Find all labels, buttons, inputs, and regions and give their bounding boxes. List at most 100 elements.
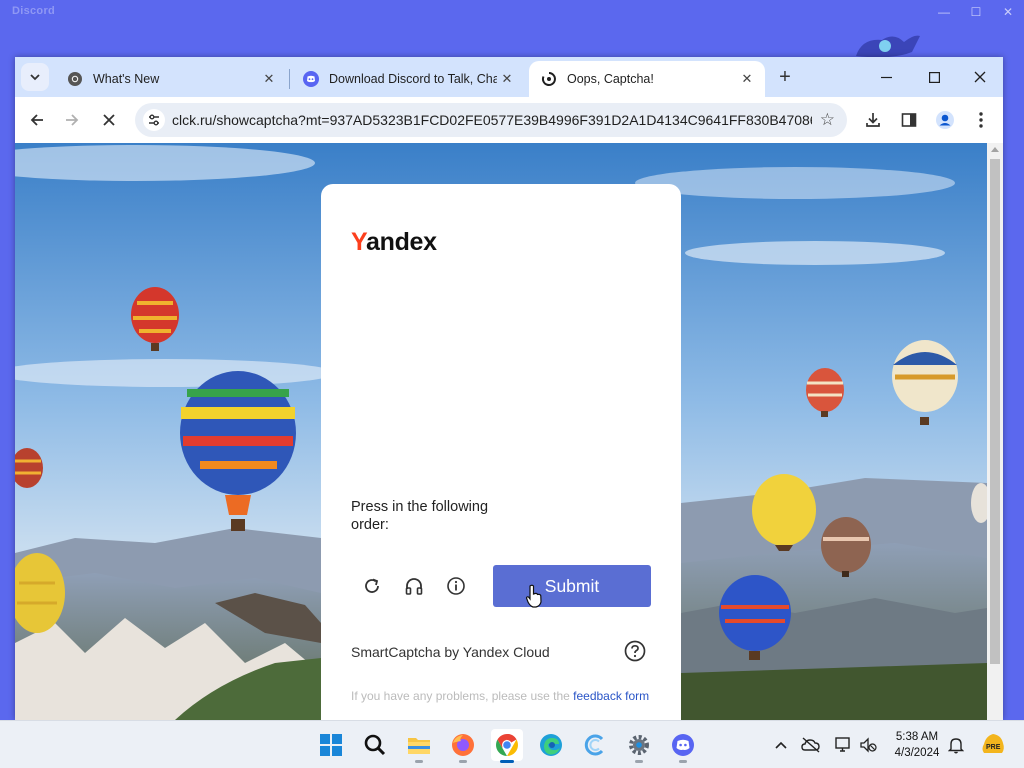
maximize-button[interactable] [911, 57, 957, 97]
new-tab-button[interactable]: + [773, 65, 797, 89]
bell-icon [948, 738, 964, 754]
insider-badge[interactable]: PRE [980, 731, 1006, 757]
stop-loading-button[interactable] [95, 106, 123, 134]
side-panel-button[interactable] [895, 106, 923, 134]
discord-window-controls: — ☐ ✕ [928, 0, 1024, 24]
discord-close-button[interactable]: ✕ [992, 0, 1024, 24]
browser-toolbar: clck.ru/showcaptcha?mt=937AD5323B1FCD02F… [15, 97, 1003, 143]
minimize-button[interactable] [863, 57, 909, 97]
close-button[interactable] [957, 57, 1003, 97]
menu-button[interactable] [967, 106, 995, 134]
scroll-up-arrow-icon[interactable] [991, 147, 999, 152]
info-icon [447, 577, 465, 595]
cloud-off-icon [801, 737, 820, 753]
edge-icon [540, 734, 562, 756]
help-icon[interactable] [624, 640, 646, 662]
site-info-button[interactable] [143, 109, 165, 131]
chrome-icon [67, 71, 83, 87]
loading-icon [541, 71, 557, 87]
download-icon [866, 113, 880, 127]
tab-download-discord[interactable]: Download Discord to Talk, Chat ✕ [291, 61, 525, 97]
more-vert-icon [979, 112, 983, 128]
clock-time: 5:38 AM [895, 731, 939, 743]
submit-button[interactable]: Submit [493, 565, 651, 607]
captcha-card: Yandex Press in the following order: Sub… [321, 184, 681, 720]
discord-icon [303, 71, 319, 87]
taskbar-file-explorer[interactable] [403, 729, 435, 763]
insider-badge-label: PRE [986, 744, 1001, 751]
network-tray[interactable] [833, 735, 853, 755]
info-button[interactable] [444, 574, 468, 598]
tab-oops-captcha[interactable]: Oops, Captcha! ✕ [529, 61, 765, 97]
refresh-captcha-button[interactable] [360, 574, 384, 598]
tune-icon [149, 114, 159, 126]
discord-icon [672, 734, 694, 756]
taskbar-discord[interactable] [667, 729, 699, 763]
feedback-form-link[interactable]: feedback form [573, 689, 649, 703]
cortana-icon [584, 734, 604, 756]
close-icon[interactable]: ✕ [259, 69, 279, 89]
arrow-left-icon [30, 114, 43, 126]
start-button[interactable] [315, 729, 347, 761]
tab-divider [289, 69, 290, 89]
taskbar-cortana[interactable] [579, 729, 611, 761]
back-button[interactable] [23, 106, 51, 134]
search-button[interactable] [359, 729, 391, 761]
scrollbar-thumb[interactable] [990, 159, 1000, 664]
discord-illustration [856, 35, 920, 58]
hand-cursor-icon [525, 584, 542, 608]
refresh-icon [365, 578, 379, 593]
chevron-up-icon [775, 741, 787, 749]
windows-start-icon [320, 734, 342, 756]
discord-minimize-button[interactable]: — [928, 0, 960, 24]
vertical-scrollbar[interactable] [987, 143, 1003, 720]
tab-search-button[interactable] [21, 63, 49, 91]
running-indicator [415, 760, 423, 763]
tab-title: Oops, Captcha! [567, 72, 654, 86]
discord-maximize-button[interactable]: ☐ [960, 0, 992, 24]
profile-button[interactable] [931, 106, 959, 134]
onedrive-tray[interactable] [801, 735, 821, 755]
maximize-icon [928, 71, 940, 83]
bookmark-star-icon[interactable]: ☆ [820, 110, 835, 130]
forward-button[interactable] [58, 106, 86, 134]
tab-whats-new[interactable]: What's New ✕ [55, 61, 287, 97]
taskbar-edge[interactable] [535, 729, 567, 761]
tab-title: What's New [93, 72, 160, 86]
avatar-icon [936, 111, 954, 129]
yandex-logo: Yandex [351, 228, 437, 256]
network-icon [835, 737, 850, 752]
discord-title: Discord [12, 5, 56, 17]
captcha-instruction: Press in the following order: [351, 499, 489, 533]
firefox-icon [452, 734, 474, 756]
close-icon[interactable]: ✕ [497, 69, 517, 89]
taskbar-chrome[interactable] [491, 729, 523, 763]
taskbar-settings[interactable] [623, 729, 655, 763]
running-indicator [635, 760, 643, 763]
tab-title: Download Discord to Talk, Chat [329, 72, 497, 86]
notifications-button[interactable] [946, 735, 966, 755]
close-icon[interactable]: ✕ [737, 69, 757, 89]
folder-icon [408, 738, 430, 754]
running-indicator [679, 760, 687, 763]
clock-date: 4/3/2024 [894, 747, 940, 759]
close-icon [974, 71, 986, 83]
minimize-icon [880, 76, 892, 78]
gear-icon [629, 735, 649, 755]
taskbar-firefox[interactable] [447, 729, 479, 763]
downloads-button[interactable] [859, 106, 887, 134]
address-bar[interactable]: clck.ru/showcaptcha?mt=937AD5323B1FCD02F… [135, 103, 847, 137]
stop-icon [103, 114, 115, 126]
search-icon [364, 734, 386, 756]
chrome-icon [496, 734, 518, 756]
system-clock[interactable]: 5:38 AM 4/3/2024 [887, 729, 947, 761]
side-panel-icon [901, 113, 917, 127]
audio-captcha-button[interactable] [402, 574, 426, 598]
page-content: Yandex Press in the following order: Sub… [15, 143, 987, 720]
tab-strip: What's New ✕ Download Discord to Talk, C… [15, 57, 1003, 97]
smartcaptcha-brand: SmartCaptcha by Yandex Cloud [351, 644, 550, 660]
volume-tray[interactable] [858, 735, 878, 755]
show-hidden-icons-button[interactable] [771, 735, 791, 755]
running-indicator [500, 760, 514, 763]
volume-mute-icon [860, 737, 877, 753]
